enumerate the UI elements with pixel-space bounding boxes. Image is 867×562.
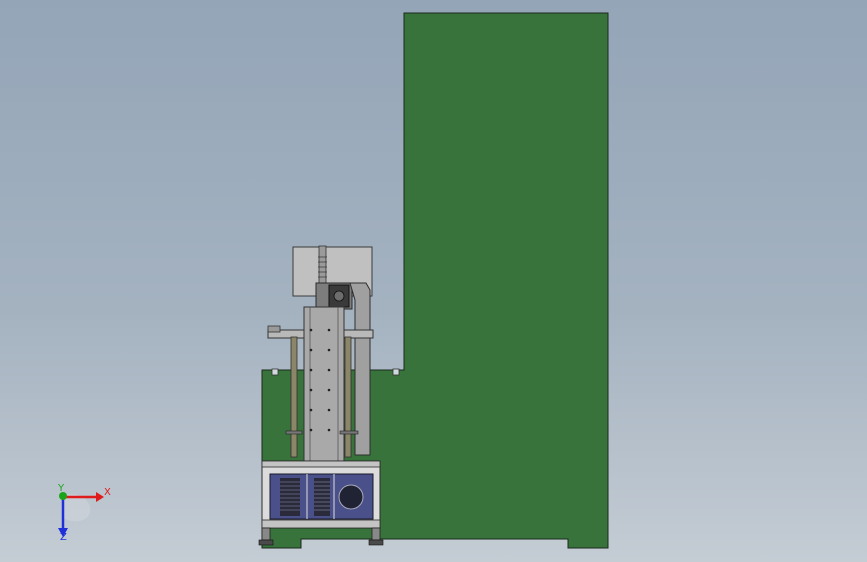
graphics-viewport[interactable]: X Y Z bbox=[0, 0, 867, 562]
cabinet-bottom-rail bbox=[261, 519, 381, 529]
frame-notch-right bbox=[392, 368, 400, 376]
gearbox-shaft bbox=[333, 290, 345, 302]
platform-bracket-left bbox=[267, 325, 281, 333]
guide-rod-right[interactable] bbox=[344, 336, 352, 458]
foot-right bbox=[371, 527, 381, 541]
guide-rod-left[interactable] bbox=[290, 336, 298, 458]
lead-screw bbox=[318, 245, 327, 287]
fan-opening[interactable] bbox=[338, 484, 364, 510]
foot-pad-right bbox=[368, 539, 384, 546]
x-axis-label: X bbox=[104, 487, 111, 498]
y-axis-label: Y bbox=[58, 483, 65, 494]
model-view[interactable] bbox=[0, 0, 867, 562]
coordinate-triad bbox=[58, 492, 104, 537]
cabinet-top-rail bbox=[261, 460, 381, 468]
foot-left bbox=[261, 527, 271, 541]
rod-clamp-left bbox=[285, 430, 303, 435]
rod-clamp-right bbox=[339, 430, 359, 435]
frame-notch-left bbox=[271, 368, 279, 376]
foot-pad-left bbox=[258, 539, 274, 546]
z-axis-label: Z bbox=[60, 532, 67, 543]
